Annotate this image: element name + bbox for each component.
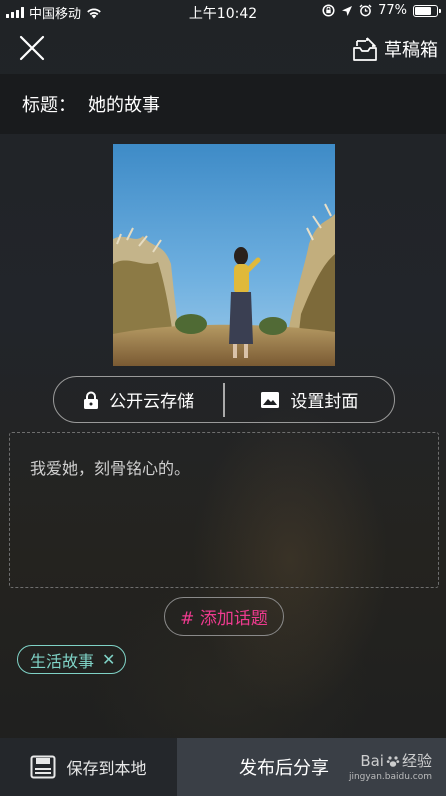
battery-icon xyxy=(413,4,441,17)
watermark-url: jingyan.baidu.com xyxy=(348,772,432,782)
battery-percent: 77% xyxy=(378,3,407,18)
drafts-label: 草稿箱 xyxy=(384,40,438,61)
public-storage-button[interactable]: 公开云存储 xyxy=(54,377,223,422)
tag-label: 生活故事 xyxy=(30,651,95,671)
publish-share-button[interactable]: 发布后分享 Bai 经验 jingyan.baidu.com xyxy=(177,738,446,796)
tag-chip: 生活故事 ✕ xyxy=(17,645,127,674)
description-textarea[interactable]: 我爱她，刻骨铭心的。 xyxy=(9,432,439,588)
tag-remove-icon[interactable]: ✕ xyxy=(102,650,115,669)
drafts-inbox-icon xyxy=(353,37,377,61)
set-cover-button[interactable]: 设置封面 xyxy=(225,377,394,422)
save-local-label: 保存到本地 xyxy=(66,759,147,778)
add-topic-label: # 添加话题 xyxy=(180,609,268,629)
watermark-suffix: 经验 xyxy=(401,752,432,770)
location-icon xyxy=(342,5,353,16)
watermark-brand: Bai xyxy=(360,751,384,770)
bottom-bar: 保存到本地 发布后分享 Bai 经验 jingyan.baidu.com xyxy=(0,738,446,796)
top-nav: 草稿箱 xyxy=(0,22,446,74)
baidu-watermark: Bai 经验 jingyan.baidu.com xyxy=(348,750,432,783)
public-storage-label: 公开云存储 xyxy=(109,392,195,412)
set-cover-label: 设置封面 xyxy=(290,392,359,412)
status-bar: 中国移动 上午10:42 77% xyxy=(0,0,446,22)
action-pill: 公开云存储 设置封面 xyxy=(53,376,395,423)
image-icon xyxy=(261,391,280,408)
drafts-button[interactable]: 草稿箱 xyxy=(352,34,438,64)
cover-image[interactable] xyxy=(113,144,335,366)
alarm-icon xyxy=(359,4,372,17)
close-button[interactable] xyxy=(16,32,48,64)
save-disk-icon xyxy=(30,755,56,779)
cover-photo xyxy=(113,144,335,366)
add-topic-button[interactable]: # 添加话题 xyxy=(164,597,284,636)
lock-icon xyxy=(84,391,99,409)
publish-label: 发布后分享 xyxy=(239,758,329,779)
title-row[interactable]: 标题： 她的故事 xyxy=(0,74,446,134)
paw-icon xyxy=(386,755,400,767)
rotation-lock-icon xyxy=(322,4,335,17)
title-value[interactable]: 她的故事 xyxy=(88,91,160,117)
title-label: 标题： xyxy=(22,95,76,116)
status-right: 77% xyxy=(322,3,441,18)
save-local-button[interactable]: 保存到本地 xyxy=(0,738,177,796)
description-text: 我爱她，刻骨铭心的。 xyxy=(30,459,191,478)
close-icon xyxy=(19,35,45,61)
